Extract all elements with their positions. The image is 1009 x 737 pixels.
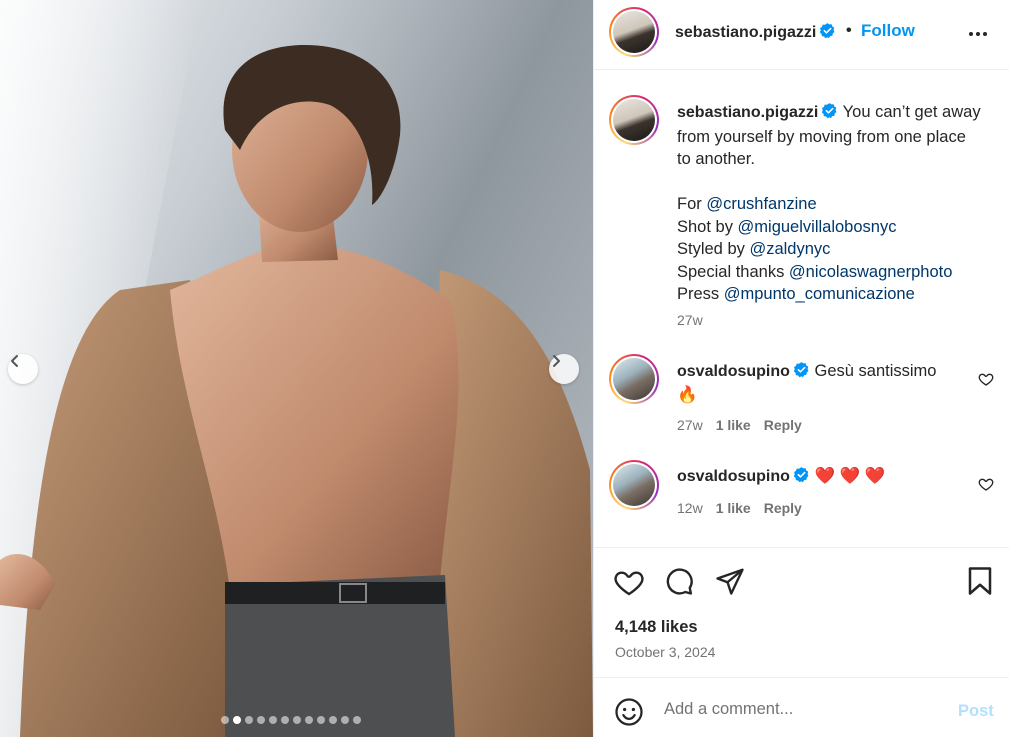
verified-icon [819, 22, 836, 44]
post-side-panel: sebastiano.pigazzi • Follow sebastiano.p… [593, 0, 1009, 737]
credit-line: Shot by @miguelvillalobosnyc [677, 216, 997, 239]
comment-button[interactable] [664, 566, 694, 601]
verified-icon [793, 361, 810, 384]
post-date: October 3, 2024 [615, 644, 716, 660]
header-separator: • [846, 22, 852, 39]
caption-timestamp[interactable]: 27w [677, 312, 703, 328]
post-actions: 4,148 likes October 3, 2024 [594, 547, 1009, 677]
carousel-dot [329, 716, 337, 724]
carousel-dot [317, 716, 325, 724]
comment-body: osvaldosupino Gesù santissimo 🔥 [677, 360, 967, 406]
commenter-avatar[interactable] [609, 354, 659, 404]
add-comment-bar: Post [594, 677, 1009, 737]
comment-icon [666, 568, 693, 595]
carousel-next-button[interactable] [549, 354, 579, 384]
carousel-dot [245, 716, 253, 724]
carousel-dot [305, 716, 313, 724]
carousel-dot [221, 716, 229, 724]
comment-emoji: 🔥 [677, 386, 698, 404]
verified-icon [821, 102, 838, 126]
post-comment-button[interactable]: Post [958, 702, 994, 721]
post-header: sebastiano.pigazzi • Follow [594, 0, 1009, 70]
comment-meta: 12w 1 like Reply [677, 500, 802, 516]
more-icon [969, 32, 987, 36]
save-button[interactable] [966, 566, 994, 601]
credit-prefix: Special thanks [677, 262, 789, 281]
comment-input[interactable] [664, 697, 944, 721]
caption-text-line: to another. [677, 150, 755, 168]
chevron-right-icon [553, 355, 560, 367]
comment-body: osvaldosupino ❤️ ❤️ ❤️ [677, 465, 967, 489]
comment-username[interactable]: osvaldosupino [677, 468, 790, 485]
comment-timestamp[interactable]: 12w [677, 500, 703, 516]
heart-icon [614, 571, 644, 596]
credit-handle-link[interactable]: @zaldynyc [749, 240, 830, 258]
reply-button[interactable]: Reply [764, 500, 802, 516]
credit-prefix: For [677, 195, 707, 213]
caption-username[interactable]: sebastiano.pigazzi [677, 104, 818, 121]
share-icon [716, 568, 744, 595]
post-media[interactable] [0, 0, 593, 737]
comment-likes-count[interactable]: 1 like [716, 500, 751, 516]
verified-icon [793, 466, 810, 489]
likes-count[interactable]: 4,148 likes [615, 618, 698, 637]
comment-username[interactable]: osvaldosupino [677, 363, 790, 380]
emoji-icon [615, 698, 643, 726]
heart-icon [978, 478, 994, 491]
comment-text: Gesù santissimo [814, 362, 937, 380]
heart-icon [978, 373, 994, 386]
carousel-dot [281, 716, 289, 724]
credit-line: Styled by @zaldynyc [677, 238, 997, 261]
comment-meta: 27w 1 like Reply [677, 417, 802, 433]
carousel-dot [341, 716, 349, 724]
credit-line: Press @mpunto_comunicazione [677, 283, 997, 306]
carousel-prev-button[interactable] [8, 354, 38, 384]
credit-handle-link[interactable]: @mpunto_comunicazione [724, 285, 915, 303]
credit-line: Special thanks @nicolaswagnerphoto [677, 261, 997, 284]
caption-text-line: You can’t get away [842, 103, 981, 121]
caption-author-avatar[interactable] [609, 95, 659, 145]
credit-handle-link[interactable]: @miguelvillalobosnyc [738, 218, 897, 236]
carousel-dot [353, 716, 361, 724]
comment-like-button[interactable] [978, 371, 994, 392]
author-username-row: sebastiano.pigazzi [675, 22, 836, 44]
like-button[interactable] [613, 566, 645, 603]
credit-prefix: Styled by [677, 240, 750, 258]
author-username[interactable]: sebastiano.pigazzi [675, 24, 816, 41]
author-avatar[interactable] [609, 7, 659, 57]
follow-button[interactable]: Follow [861, 21, 915, 41]
carousel-dot [233, 716, 241, 724]
credit-handle-link[interactable]: @crushfanzine [706, 195, 816, 213]
comment-likes-count[interactable]: 1 like [716, 417, 751, 433]
comment-timestamp[interactable]: 27w [677, 417, 703, 433]
share-button[interactable] [715, 566, 745, 601]
reply-button[interactable]: Reply [764, 417, 802, 433]
carousel-indicator [221, 716, 361, 724]
credit-prefix: Shot by [677, 217, 738, 236]
credit-handle-link[interactable]: @nicolaswagnerphoto [789, 263, 953, 281]
carousel-dot [257, 716, 265, 724]
chevron-left-icon [11, 355, 18, 367]
bookmark-icon [968, 567, 992, 595]
emoji-button[interactable] [614, 697, 644, 732]
credit-line: For @crushfanzine [677, 193, 997, 216]
post-caption: sebastiano.pigazzi You can’t get away fr… [677, 101, 997, 306]
caption-text-line: from yourself by moving from one place [677, 127, 966, 146]
carousel-dot [293, 716, 301, 724]
more-options-button[interactable] [966, 22, 990, 51]
comment-like-button[interactable] [978, 476, 994, 497]
commenter-avatar[interactable] [609, 460, 659, 510]
carousel-dot [269, 716, 277, 724]
comment-text: ❤️ ❤️ ❤️ [814, 467, 886, 485]
post-photo [0, 0, 593, 737]
credit-prefix: Press [677, 285, 724, 303]
